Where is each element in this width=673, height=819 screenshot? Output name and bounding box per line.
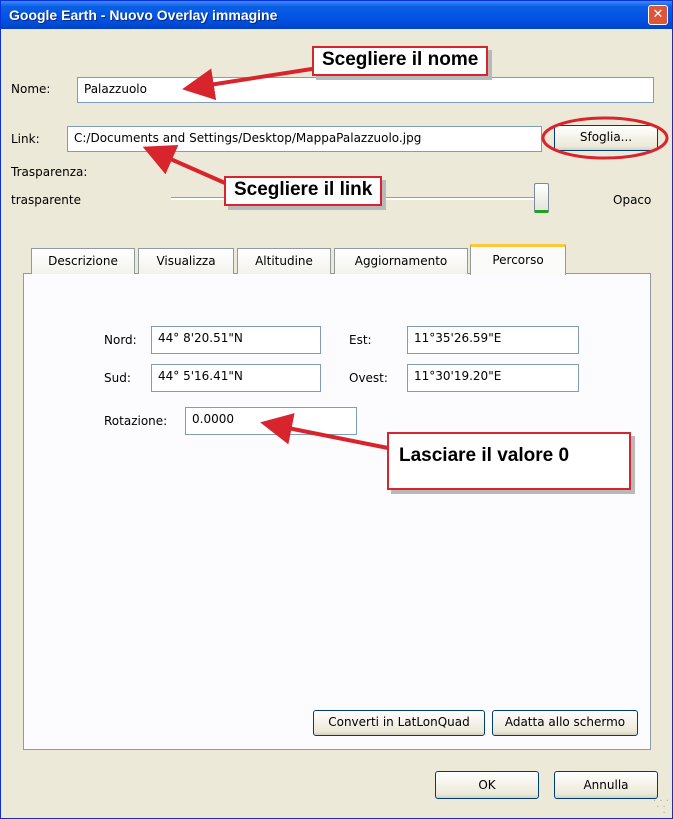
south-input[interactable]: 44° 5'16.41"N (151, 364, 321, 392)
resize-grip-icon[interactable]: · · · · · · (653, 797, 669, 819)
rotation-label: Rotazione: (104, 414, 168, 428)
south-label: Sud: (104, 371, 131, 385)
opaque-label: Opaco (613, 193, 652, 207)
west-input[interactable]: 11°30'19.20"E (407, 364, 579, 392)
fit-to-screen-button[interactable]: Adatta allo schermo (492, 710, 638, 736)
transparency-label: Trasparenza: (11, 165, 88, 179)
tab-percorso[interactable]: Percorso (470, 244, 566, 275)
tab-descrizione[interactable]: Descrizione (31, 248, 135, 274)
link-input[interactable]: C:/Documents and Settings/Desktop/MappaP… (67, 126, 542, 152)
convert-latlonquad-button[interactable]: Converti in LatLonQuad (313, 710, 485, 736)
link-callout: Scegliere il link (224, 176, 383, 206)
west-label: Ovest: (349, 371, 388, 385)
link-label: Link: (11, 132, 40, 146)
cancel-button[interactable]: Annulla (554, 771, 658, 799)
close-icon[interactable]: ✕ (648, 5, 668, 25)
window-title: Google Earth - Nuovo Overlay immagine (1, 1, 672, 29)
name-callout: Scegliere il nome (312, 46, 489, 76)
dialog-window: Google Earth - Nuovo Overlay immagine ✕ … (0, 0, 673, 819)
browse-button[interactable]: Sfoglia... (554, 125, 658, 151)
ok-button[interactable]: OK (435, 771, 539, 799)
east-label: Est: (349, 333, 372, 347)
transparent-label: trasparente (11, 193, 81, 207)
tab-altitudine[interactable]: Altitudine (237, 248, 331, 274)
north-label: Nord: (104, 333, 137, 347)
opacity-slider-thumb[interactable] (534, 183, 549, 213)
rotation-callout: Lasciare il valore 0 (387, 432, 631, 490)
north-input[interactable]: 44° 8'20.51"N (151, 326, 321, 354)
rotation-input[interactable]: 0.0000 (185, 407, 357, 435)
name-input[interactable]: Palazzuolo (77, 77, 654, 103)
tab-visualizza[interactable]: Visualizza (138, 248, 234, 274)
east-input[interactable]: 11°35'26.59"E (407, 326, 579, 354)
name-label: Nome: (11, 82, 51, 96)
tab-aggiornamento[interactable]: Aggiornamento (334, 248, 468, 274)
